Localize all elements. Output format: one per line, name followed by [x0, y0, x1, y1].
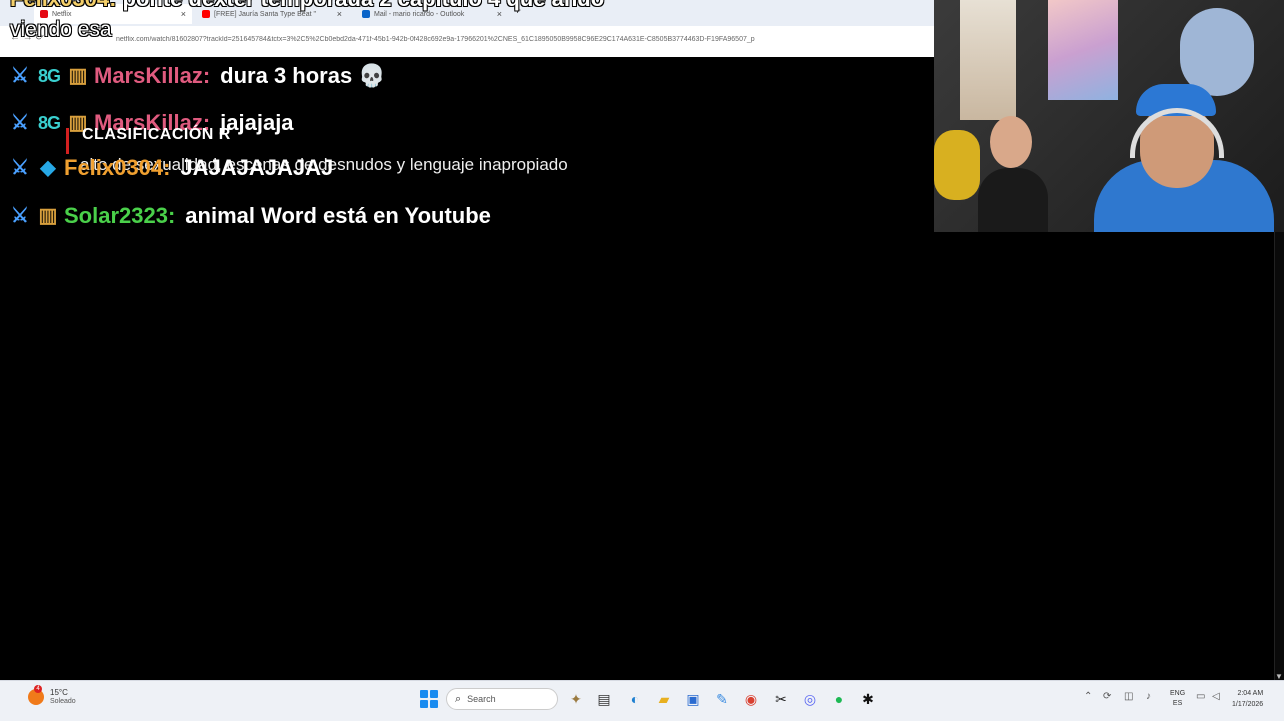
task-view-icon[interactable]: ▤ — [594, 689, 614, 709]
chat-username: Felix0304: — [10, 0, 116, 11]
clock[interactable]: 2:04 AM 1/17/2026 — [1232, 688, 1263, 710]
person-child — [978, 116, 1048, 232]
volume-icon[interactable]: ◁ — [1212, 691, 1220, 702]
time: 2:04 AM — [1237, 690, 1264, 697]
microphone-icon[interactable]: ♪ — [1146, 691, 1151, 702]
scrollbar[interactable] — [1274, 232, 1284, 680]
app-icon[interactable]: ✎ — [712, 689, 732, 709]
chat-username: MarsKillaz: — [94, 63, 211, 88]
cube-badge-icon: ◆ — [40, 157, 56, 179]
weather-condition: Soleado — [50, 698, 76, 705]
app-icon[interactable]: ✂ — [771, 689, 791, 709]
sync-icon[interactable]: ⟳ — [1103, 691, 1111, 702]
taskbar: 4 15°C Soleado ⌕ Search ✦ ▤ ◐ ▰ ▣ ✎ ◉ ✂ … — [0, 680, 1284, 721]
sword-badge-icon: ⚔ — [11, 205, 29, 227]
store-icon[interactable]: ▣ — [683, 689, 703, 709]
address-bar[interactable]: netflix.com/watch/81602807?trackId=25164… — [116, 36, 932, 43]
sword-badge-icon: ⚔ — [11, 157, 29, 179]
chevron-up-icon[interactable]: ⌃ — [1084, 691, 1092, 702]
sword-badge-icon: ⚔ — [11, 65, 29, 87]
edge-icon[interactable]: ◐ — [625, 689, 645, 709]
search-box[interactable]: ⌕ Search — [446, 688, 558, 710]
chat-message: ponte dexter temporada 2 capitulo 4 que … — [123, 0, 605, 11]
network-icon[interactable]: ◫ — [1124, 691, 1133, 702]
chat-line-partial: Felix0304: ponte dexter temporada 2 capi… — [10, 0, 604, 12]
search-highlight-icon[interactable]: ✦ — [562, 689, 590, 709]
chat-message: animal Word está en Youtube — [185, 203, 491, 228]
rating-bar — [66, 128, 69, 154]
start-button[interactable] — [420, 690, 438, 708]
weather-widget[interactable]: 4 15°C Soleado — [28, 685, 76, 706]
rating-title: CLASIFICACIÓN R — [82, 126, 231, 143]
sun-icon: 4 — [28, 685, 44, 705]
chat-username: Felix0304: — [64, 155, 171, 180]
webcam-feed — [934, 0, 1284, 232]
chat-message: jajajaja — [220, 110, 294, 135]
spotify-icon[interactable]: ● — [829, 689, 849, 709]
weather-temp: 15°C — [50, 688, 68, 697]
chat-message: JAJAJAJAJAJ — [180, 155, 334, 180]
search-placeholder: Search — [467, 694, 496, 704]
tier-badge-icon: 8G — [37, 113, 61, 133]
chat-line: ⚔ ◆ Felix0304: JAJAJAJAJAJ — [8, 152, 333, 184]
gift-badge-icon: ▥ — [38, 205, 58, 227]
gift-badge-icon: ▥ — [68, 65, 88, 87]
wifi-icon[interactable]: ▭ — [1196, 691, 1205, 702]
search-icon: ⌕ — [455, 692, 462, 705]
person-streamer — [1094, 80, 1284, 232]
chat-line: ⚔ 8G ▥ MarsKillaz: dura 3 horas 💀 — [8, 60, 386, 92]
notification-badge: 4 — [34, 685, 42, 693]
discord-icon[interactable]: ◎ — [800, 689, 820, 709]
language-indicator[interactable]: ENG ES — [1170, 689, 1185, 709]
sword-badge-icon: ⚔ — [11, 112, 29, 134]
plush-toy — [934, 130, 980, 200]
chrome-icon[interactable]: ◉ — [741, 689, 761, 709]
wall-poster — [960, 0, 1016, 120]
tier-badge-icon: 8G — [37, 66, 61, 86]
chat-message: dura 3 horas 💀 — [220, 63, 386, 88]
chat-message-continuation: viendo esa — [10, 18, 112, 41]
chat-username: Solar2323: — [64, 203, 176, 228]
chat-line: ⚔ ▥ Solar2323: animal Word está en Youtu… — [8, 200, 491, 232]
file-explorer-icon[interactable]: ▰ — [654, 689, 674, 709]
date: 1/17/2026 — [1232, 701, 1264, 708]
app-icon[interactable]: ✱ — [858, 689, 878, 709]
